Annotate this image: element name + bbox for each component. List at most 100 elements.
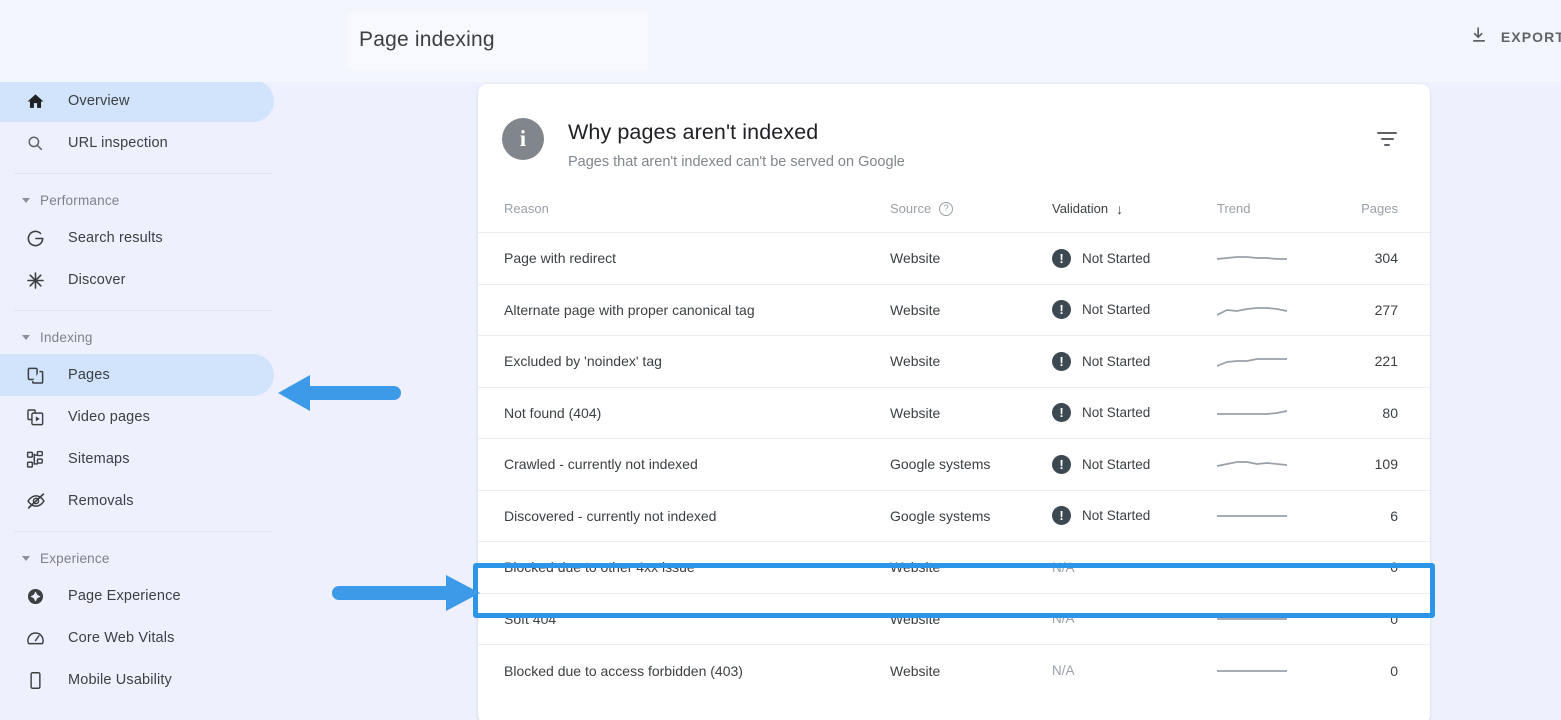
cell-reason: Soft 404 — [478, 592, 890, 645]
sidebar-group-label: Performance — [40, 192, 120, 208]
card-header: i Why pages aren't indexed Pages that ar… — [478, 84, 1430, 201]
cell-source: Website — [890, 386, 1052, 439]
cell-trend — [1217, 592, 1334, 645]
column-label: Validation — [1052, 201, 1109, 216]
column-header-validation[interactable]: Validation ↓ — [1052, 201, 1217, 233]
pages-icon — [26, 364, 52, 386]
sidebar-item-pages[interactable]: Pages — [0, 354, 274, 396]
cell-validation: ! Not Started — [1052, 386, 1217, 439]
sidebar-item-discover[interactable]: Discover — [0, 259, 274, 301]
cell-trend — [1217, 438, 1334, 490]
sidebar-group-experience[interactable]: Experience — [0, 541, 300, 575]
mobile-usability-icon — [26, 669, 52, 691]
trend-sparkline — [1217, 669, 1287, 672]
sort-desc-arrow-icon: ↓ — [1116, 200, 1124, 217]
table-row[interactable]: Soft 404 Website N/A 0 — [478, 592, 1430, 645]
sidebar-item-label: Mobile Usability — [68, 672, 172, 688]
table-row[interactable]: Blocked due to access forbidden (403) Web… — [478, 644, 1430, 696]
column-header-source[interactable]: Source ? — [890, 201, 1052, 233]
cell-trend — [1217, 489, 1334, 542]
card-title: Why pages aren't indexed — [568, 120, 819, 144]
sidebar-item-sitemaps[interactable]: Sitemaps — [0, 438, 274, 480]
sidebar-item-overview[interactable]: Overview — [0, 80, 274, 122]
sidebar-group-indexing[interactable]: Indexing — [0, 320, 300, 354]
table-row[interactable]: Alternate page with proper canonical tag… — [478, 283, 1430, 336]
validation-status: Not Started — [1082, 302, 1151, 318]
cell-trend — [1217, 232, 1334, 284]
column-header-reason[interactable]: Reason — [478, 201, 890, 233]
sidebar-item-label: Overview — [68, 93, 130, 109]
table-header-row: Reason Source ? Validation ↓ Trend Pages — [478, 201, 1430, 233]
cell-source: Google systems — [890, 489, 1052, 542]
column-header-pages[interactable]: Pages — [1334, 201, 1430, 233]
sidebar-item-label: Removals — [68, 493, 134, 509]
arrow-left-icon — [278, 375, 401, 411]
table-row[interactable]: Excluded by 'noindex' tag Website! Not Sta… — [478, 335, 1430, 387]
cell-validation: ! Not Started — [1052, 335, 1217, 387]
trend-sparkline — [1217, 358, 1287, 368]
table-row[interactable]: Not found (404) Website! Not Started 80 — [478, 386, 1430, 439]
cell-reason: Discovered - currently not indexed — [478, 489, 890, 542]
page-title: Page indexing — [359, 28, 495, 51]
cell-trend — [1217, 644, 1334, 696]
sidebar-group-label: Experience — [40, 550, 110, 566]
sidebar-divider — [14, 310, 272, 311]
sidebar-item-mobile-usability[interactable]: Mobile Usability — [0, 659, 274, 701]
cell-pages: 0 — [1334, 644, 1430, 696]
table-row[interactable]: Discovered - currently not indexed Google… — [478, 489, 1430, 542]
column-label: Trend — [1217, 201, 1251, 216]
sidebar-group-performance[interactable]: Performance — [0, 183, 300, 217]
validation-status: N/A — [1052, 663, 1075, 678]
table-row[interactable]: Page with redirect Website! Not Started 304 — [478, 232, 1430, 284]
cell-pages: 80 — [1334, 386, 1430, 439]
cell-reason: Excluded by 'noindex' tag — [478, 335, 890, 387]
cell-reason: Alternate page with proper canonical tag — [478, 283, 890, 336]
column-header-trend[interactable]: Trend — [1217, 201, 1334, 233]
sidebar-item-video-pages[interactable]: Video pages — [0, 396, 274, 438]
cell-reason: Blocked due to access forbidden (403) — [478, 644, 890, 696]
table-row[interactable]: Blocked due to other 4xx issue Website N/A… — [478, 541, 1430, 593]
cell-trend — [1217, 386, 1334, 439]
export-button[interactable]: EXPORT — [1469, 25, 1561, 48]
help-icon[interactable]: ? — [939, 201, 954, 216]
alert-icon: ! — [1052, 351, 1071, 371]
trend-sparkline — [1217, 461, 1287, 468]
cell-pages: 6 — [1334, 489, 1430, 542]
validation-status: N/A — [1052, 611, 1075, 627]
trend-sparkline — [1217, 617, 1287, 620]
trend-sparkline — [1217, 514, 1287, 517]
arrow-right-icon — [332, 575, 480, 611]
cell-source: Website — [890, 335, 1052, 387]
validation-status: Not Started — [1082, 405, 1151, 421]
sidebar-item-removals[interactable]: Removals — [0, 480, 274, 522]
caret-down-icon — [22, 197, 30, 203]
cell-pages: 221 — [1334, 335, 1430, 387]
cell-source: Website — [890, 232, 1052, 284]
sidebar: Overview URL inspection Performance Sear… — [0, 0, 300, 720]
sidebar-nav: Overview URL inspection Performance Sear… — [0, 80, 300, 701]
trend-sparkline — [1217, 566, 1287, 569]
top-bar: Page indexing EXPORT — [0, 0, 1561, 82]
sidebar-divider — [14, 531, 272, 532]
sidebar-item-core-web-vitals[interactable]: Core Web Vitals — [0, 617, 274, 659]
page-experience-icon — [26, 585, 52, 607]
table-row[interactable]: Crawled - currently not indexed Google sy… — [478, 438, 1430, 490]
cell-reason: Crawled - currently not indexed — [478, 438, 890, 490]
cell-validation: N/A — [1052, 592, 1217, 645]
validation-status: Not Started — [1082, 250, 1151, 266]
sidebar-item-label: Pages — [68, 367, 110, 383]
sidebar-item-url-inspection[interactable]: URL inspection — [0, 122, 274, 164]
cell-pages: 109 — [1334, 438, 1430, 490]
cell-trend — [1217, 541, 1334, 593]
sidebar-item-page-experience[interactable]: Page Experience — [0, 575, 274, 617]
validation-status: Not Started — [1082, 508, 1151, 524]
alert-icon: ! — [1052, 506, 1071, 526]
export-label: EXPORT — [1500, 28, 1561, 45]
card-subtitle: Pages that aren't indexed can't be serve… — [568, 154, 905, 170]
trend-sparkline — [1217, 306, 1287, 316]
caret-down-icon — [22, 555, 30, 561]
cell-pages: 0 — [1334, 592, 1430, 645]
alert-icon: ! — [1052, 300, 1071, 320]
filter-icon[interactable] — [1373, 128, 1401, 150]
sidebar-item-search-results[interactable]: Search results — [0, 217, 274, 259]
